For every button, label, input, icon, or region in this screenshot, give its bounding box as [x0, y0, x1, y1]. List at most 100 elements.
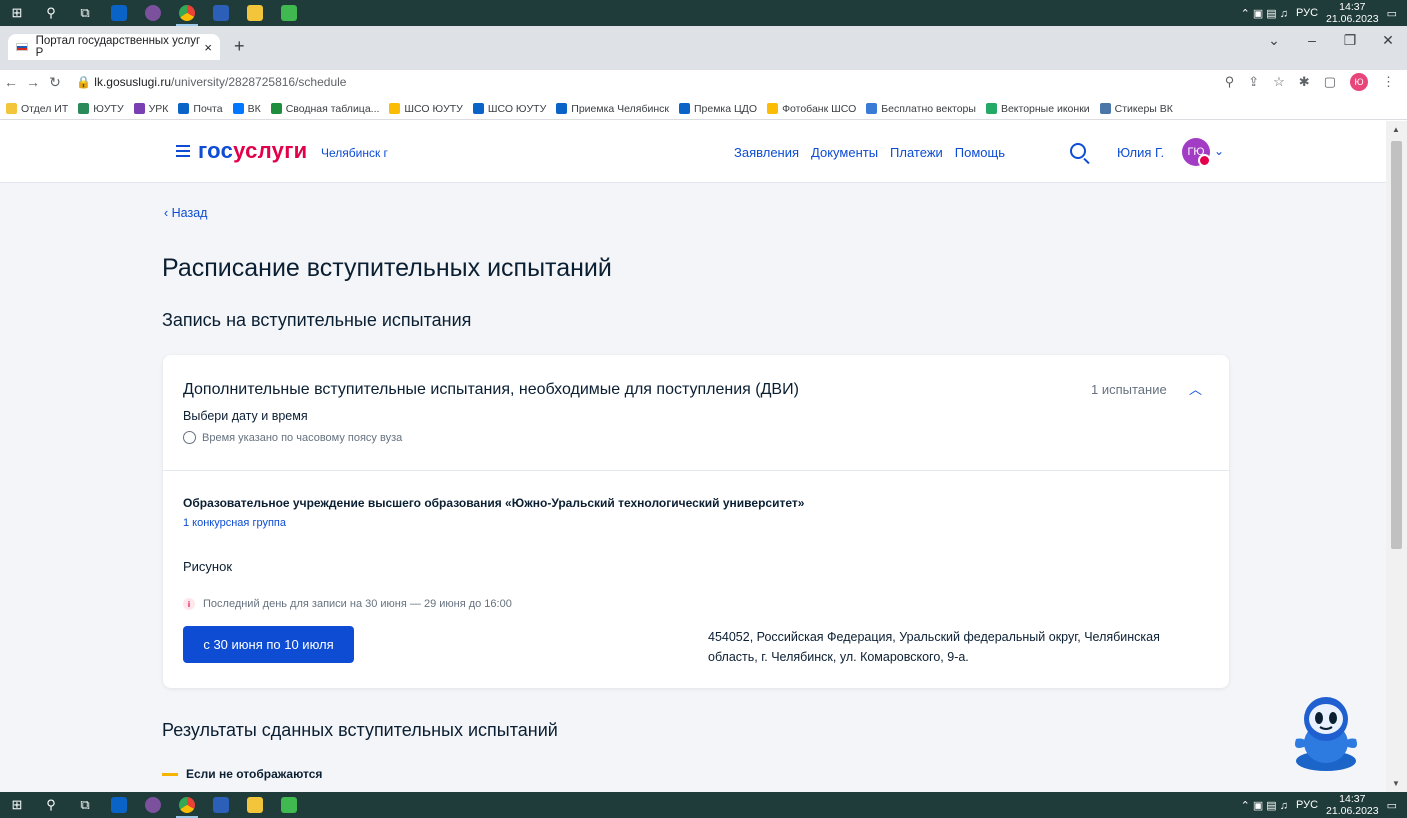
bookmark-item[interactable]: Сводная таблица... [270, 103, 379, 115]
chrome-icon[interactable] [170, 0, 204, 26]
taskbar-bottom: ⊞ ⚲ ⧉ ⌃ ▣ ▤ ♫ РУС 14:37 21.06.2023 ▭ [0, 792, 1407, 818]
browser-tab[interactable]: Портал государственных услуг Р × [8, 34, 220, 60]
tray-icons[interactable]: ⌃ ▣ ▤ ♫ [1241, 7, 1288, 20]
viber-icon[interactable] [136, 792, 170, 818]
institution-name: Образовательное учреждение высшего образ… [183, 496, 805, 510]
close-window-button[interactable]: ✕ [1369, 32, 1407, 49]
user-avatar[interactable]: ГЮ [1182, 138, 1211, 167]
results-title: Результаты сданных вступительных испытан… [162, 720, 558, 740]
outlook-icon[interactable] [102, 792, 136, 818]
tab-search-icon[interactable]: ⌄ [1255, 32, 1293, 49]
scroll-thumb[interactable] [1391, 141, 1402, 549]
results-warning[interactable]: Если не отображаются [162, 767, 322, 781]
exam-name: Рисунок [183, 559, 233, 574]
bookmarks-bar: Отдел ИТ ЮУТУ УРК Почта ВК Сводная таблица...… [0, 98, 1407, 120]
bookmark-item[interactable]: Стикеры ВК [1099, 103, 1173, 115]
bookmark-item[interactable]: Приемка Челябинск [556, 103, 669, 115]
app-icon[interactable] [272, 792, 306, 818]
windows-start-icon[interactable]: ⊞ [0, 792, 34, 818]
page-scrollbar[interactable]: ▲ ▼ [1386, 121, 1407, 792]
tray-icons[interactable]: ⌃ ▣ ▤ ♫ [1241, 799, 1288, 812]
clock-icon [183, 431, 196, 444]
chevron-up-icon[interactable]: ︿ [1189, 379, 1202, 398]
zoom-icon[interactable]: ⚲ [1225, 74, 1235, 90]
chrome-icon[interactable] [170, 792, 204, 818]
bookmark-label: Фотобанк ШСО [782, 102, 857, 115]
site-header: госуслуги Челябинск г Заявления Документ… [0, 121, 1386, 183]
bookmark-icon [6, 103, 17, 114]
bookmark-star-icon[interactable]: ☆ [1273, 74, 1285, 90]
task-view-icon[interactable]: ⧉ [68, 0, 102, 26]
bookmark-item[interactable]: ЮУТУ [78, 103, 124, 115]
date-select-button[interactable]: с 30 июня по 10 июля [183, 626, 354, 663]
gosuslugi-logo[interactable]: госуслуги [198, 138, 308, 164]
bookmark-item[interactable]: ШСО ЮУТУ [389, 103, 463, 115]
app-icon[interactable] [272, 0, 306, 26]
divider [163, 470, 1229, 471]
bookmark-item[interactable]: Векторные иконки [985, 103, 1090, 115]
outlook-icon[interactable] [102, 0, 136, 26]
menu-burger-icon[interactable] [176, 145, 190, 157]
reload-icon[interactable]: ↻ [44, 74, 66, 91]
search-icon[interactable]: ⚲ [34, 792, 68, 818]
bookmark-item[interactable]: ШСО ЮУТУ [472, 103, 546, 115]
notifications-icon[interactable]: ▭ [1387, 799, 1397, 812]
nav-help[interactable]: Помощь [955, 145, 1005, 160]
bookmark-icon [389, 103, 401, 114]
nav-documents[interactable]: Документы [811, 145, 878, 160]
clock[interactable]: 14:37 21.06.2023 [1326, 1, 1379, 25]
viber-icon[interactable] [136, 0, 170, 26]
chevron-down-icon[interactable]: ⌄ [1214, 144, 1224, 158]
assistant-robot-icon[interactable] [1290, 691, 1362, 773]
bookmark-item[interactable]: ВК [232, 103, 261, 115]
minimize-button[interactable]: – [1293, 32, 1331, 49]
profile-avatar[interactable]: Ю [1350, 73, 1368, 91]
competition-group-link[interactable]: 1 конкурсная группа [183, 517, 286, 529]
bookmark-label: Отдел ИТ [21, 102, 69, 115]
page-title: Расписание вступительных испытаний [162, 254, 612, 282]
word-icon[interactable] [204, 792, 238, 818]
extensions-icon[interactable]: ✱ [1299, 74, 1310, 90]
bookmark-icon [767, 103, 779, 114]
bookmark-item[interactable]: Бесплатно векторы [866, 103, 976, 115]
task-view-icon[interactable]: ⧉ [68, 792, 102, 818]
explorer-icon[interactable] [238, 792, 272, 818]
bookmark-icon [556, 103, 568, 114]
bookmark-item[interactable]: Отдел ИТ [6, 103, 68, 115]
search-icon[interactable]: ⚲ [34, 0, 68, 26]
menu-icon[interactable]: ⋮ [1382, 74, 1395, 90]
url-field[interactable]: 🔒 lk.gosuslugi.ru/university/2828725816/… [76, 75, 346, 89]
scroll-up-icon[interactable]: ▲ [1392, 125, 1400, 134]
explorer-icon[interactable] [238, 0, 272, 26]
browser-tabbar: Портал государственных услуг Р × + ⌄ – ❐… [0, 26, 1407, 70]
word-icon[interactable] [204, 0, 238, 26]
city-selector[interactable]: Челябинск г [321, 146, 388, 160]
sidepanel-icon[interactable]: ▢ [1324, 74, 1336, 90]
nav-applications[interactable]: Заявления [734, 145, 799, 160]
bookmark-item[interactable]: Почта [178, 103, 223, 115]
user-name[interactable]: Юлия Г. [1117, 145, 1164, 160]
language-indicator[interactable]: РУС [1296, 799, 1318, 811]
notifications-icon[interactable]: ▭ [1387, 7, 1397, 20]
bookmark-item[interactable]: Премка ЦДО [678, 103, 757, 115]
search-icon[interactable] [1070, 143, 1086, 159]
bookmark-item[interactable]: Фотобанк ШСО [767, 103, 856, 115]
forward-icon[interactable]: → [22, 74, 44, 90]
bookmark-icon [866, 103, 878, 114]
language-indicator[interactable]: РУС [1296, 7, 1318, 19]
bookmark-icon [985, 103, 997, 114]
windows-start-icon[interactable]: ⊞ [0, 0, 34, 26]
bookmark-icon [270, 103, 282, 114]
restore-button[interactable]: ❐ [1331, 32, 1369, 49]
new-tab-button[interactable]: + [234, 36, 245, 57]
clock[interactable]: 14:37 21.06.2023 [1326, 793, 1379, 817]
back-link[interactable]: ‹ Назад [164, 206, 207, 220]
close-tab-icon[interactable]: × [204, 40, 212, 55]
bookmark-icon [472, 103, 484, 114]
back-icon[interactable]: ← [0, 74, 22, 90]
bookmark-icon [1099, 103, 1111, 114]
nav-payments[interactable]: Платежи [890, 145, 943, 160]
share-icon[interactable]: ⇪ [1248, 74, 1259, 90]
scroll-down-icon[interactable]: ▼ [1392, 779, 1400, 788]
bookmark-item[interactable]: УРК [133, 103, 168, 115]
